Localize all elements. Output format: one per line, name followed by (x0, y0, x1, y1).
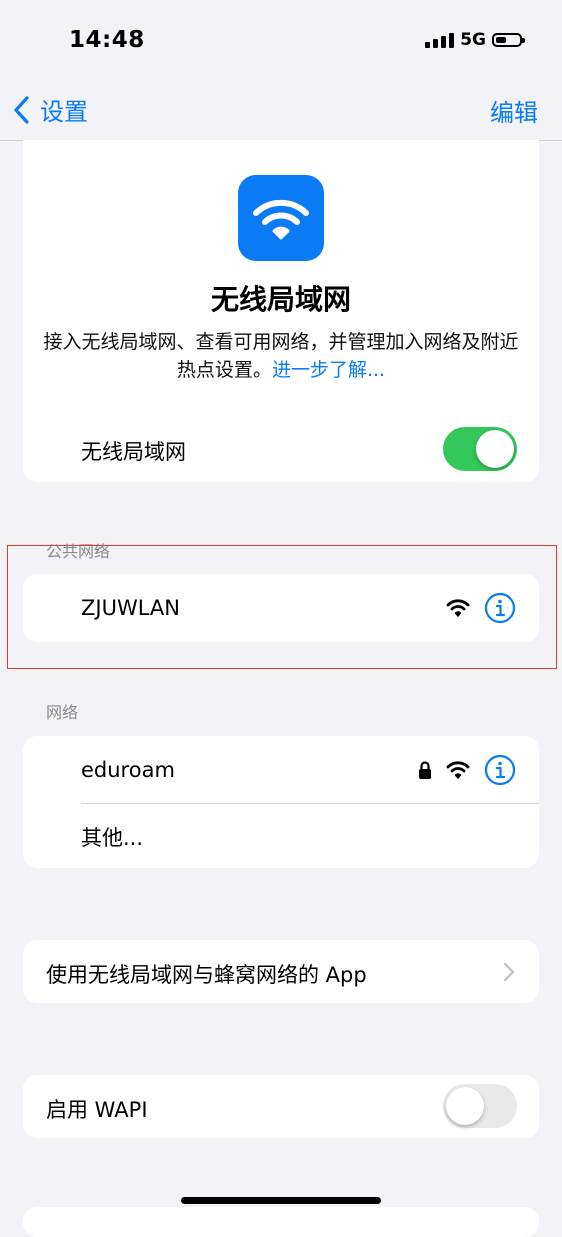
apps-using-wifi-row[interactable]: 使用无线局域网与蜂窝网络的 App (23, 940, 539, 1003)
networks-header: 网络 (46, 703, 79, 722)
other-network-row[interactable]: 其他... (23, 804, 539, 870)
wifi-signal-icon (446, 761, 470, 779)
battery-level (496, 37, 506, 43)
toggle-knob (476, 430, 514, 468)
chevron-left-icon (14, 95, 29, 124)
wifi-toggle[interactable] (443, 427, 517, 471)
navigation-bar: 设置 编辑 (0, 80, 562, 141)
other-network-label: 其他... (81, 826, 144, 850)
network-row-eduroam[interactable]: eduroam (23, 737, 539, 803)
info-icon[interactable] (484, 754, 516, 786)
networks-list: eduroam 其他... (23, 736, 539, 868)
network-type: 5G (460, 30, 486, 50)
next-section-card (23, 1207, 539, 1237)
network-status-icons (418, 754, 516, 786)
wifi-hero-card: 无线局域网 接入无线局域网、查看可用网络，并管理加入网络及附近热点设置。进一步了… (23, 140, 539, 482)
page-description: 接入无线局域网、查看可用网络，并管理加入网络及附近热点设置。进一步了解... (43, 328, 519, 384)
wifi-toggle-label: 无线局域网 (81, 440, 186, 464)
lock-icon (419, 761, 431, 779)
status-indicators: 5G (425, 30, 525, 50)
network-name: eduroam (81, 758, 175, 782)
back-button-label: 设置 (40, 98, 88, 126)
home-indicator (181, 1197, 381, 1204)
highlight-box (7, 545, 557, 669)
wapi-row: 启用 WAPI (23, 1075, 539, 1138)
toggle-knob (446, 1087, 484, 1125)
wapi-label: 启用 WAPI (46, 1098, 148, 1122)
page-title: 无线局域网 (210, 283, 351, 316)
back-button[interactable]: 设置 (12, 92, 88, 127)
cellular-signal-icon (425, 32, 455, 48)
status-bar: 14:48 5G (0, 0, 562, 80)
chevron-right-icon (503, 962, 515, 982)
wifi-icon (238, 175, 324, 261)
status-time: 14:48 (69, 27, 145, 53)
wapi-toggle[interactable] (443, 1084, 517, 1128)
apps-row-label: 使用无线局域网与蜂窝网络的 App (46, 963, 367, 987)
learn-more-link[interactable]: 进一步了解... (272, 359, 385, 381)
battery-icon (492, 33, 525, 47)
edit-button[interactable]: 编辑 (490, 93, 538, 128)
